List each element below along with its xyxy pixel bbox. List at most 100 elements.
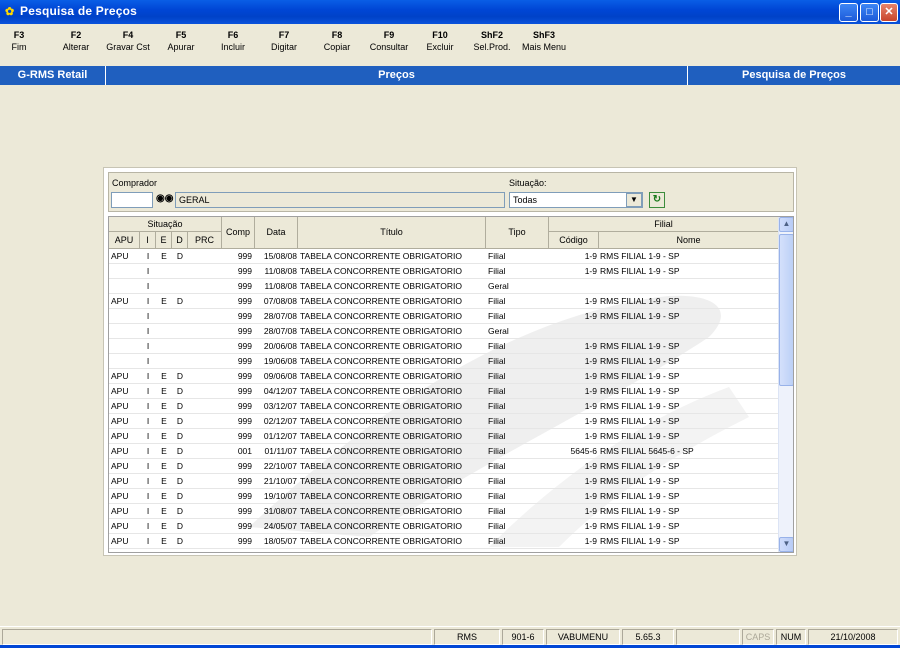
scrollbar-thumb[interactable]	[779, 234, 793, 386]
table-row[interactable]: APU I E D 999 15/08/08 TABELA CONCORRENTE OBRI…	[109, 249, 779, 264]
table-row[interactable]: APU I E D 999 24/05/07 TABELA CONCORRENTE OBRI…	[109, 519, 779, 534]
cell-i: I	[146, 446, 150, 456]
cell-titulo: TABELA CONCORRENTE OBRIGATORIO	[300, 296, 462, 306]
cell-nome: RMS FILIAL 5645-6 - SP	[600, 446, 694, 456]
cell-comp: 999	[237, 506, 252, 516]
table-row[interactable]: I 999 11/08/08 TABELA CONCORRENTE OBRIGATOR…	[109, 279, 779, 294]
binoculars-icon[interactable]: ◉◉	[156, 193, 173, 204]
cell-codigo: 1-9	[584, 521, 597, 531]
cell-i: I	[146, 431, 150, 441]
cell-titulo: TABELA CONCORRENTE OBRIGATORIO	[300, 416, 462, 426]
fkey-label: Excluir	[426, 42, 454, 52]
col-codigo-header[interactable]: Código	[549, 232, 599, 249]
col-tipo-header[interactable]: Tipo	[486, 217, 549, 249]
fkey-f10-button[interactable]: F10 Excluir	[421, 30, 459, 54]
cell-codigo: 1-9	[584, 476, 597, 486]
col-d-header[interactable]: D	[172, 232, 188, 249]
cell-e	[156, 309, 172, 324]
col-nome-header[interactable]: Nome	[599, 232, 779, 249]
col-apu-header[interactable]: APU	[109, 232, 140, 249]
fkey-key: ShF3	[532, 30, 555, 40]
comprador-name-field: GERAL	[175, 192, 505, 208]
fkey-f9-button[interactable]: F9 Consultar	[366, 30, 412, 54]
col-titulo-header[interactable]: Título	[298, 217, 486, 249]
cell-tipo: Filial	[488, 461, 506, 471]
close-button[interactable]: ✕	[880, 3, 898, 22]
cell-apu: APU	[111, 251, 129, 261]
cell-titulo: TABELA CONCORRENTE OBRIGATORIO	[300, 266, 462, 276]
cell-prc	[188, 444, 222, 459]
fkey-f2-button[interactable]: F2 Alterar	[56, 30, 96, 54]
col-data-header[interactable]: Data	[255, 217, 298, 249]
table-row[interactable]: APU I E D 999 18/05/07 TABELA CONCORRENTE OBRI…	[109, 534, 779, 549]
col-e-header[interactable]: E	[156, 232, 172, 249]
fkey-shf3-button[interactable]: ShF3 Mais Menu	[518, 30, 570, 54]
fkey-f5-button[interactable]: F5 Apurar	[161, 30, 201, 54]
minimize-button[interactable]: _	[839, 3, 858, 22]
table-row[interactable]: I 999 28/07/08 TABELA CONCORRENTE OBRIGATOR…	[109, 324, 779, 339]
fkey-f4-button[interactable]: F4 Gravar Cst	[102, 30, 154, 54]
table-row[interactable]: APU I E D 999 09/06/08 TABELA CONCORRENTE OBRI…	[109, 369, 779, 384]
cell-apu: APU	[111, 476, 129, 486]
cell-tipo: Filial	[488, 416, 506, 426]
maximize-button[interactable]: □	[860, 3, 879, 22]
cell-e: E	[161, 491, 167, 501]
cell-prc	[188, 354, 222, 369]
fkey-label: Digitar	[270, 42, 297, 52]
fkey-shf2-button[interactable]: ShF2 Sel.Prod.	[468, 30, 516, 54]
table-row[interactable]: APU I E D 999 04/12/07 TABELA CONCORRENTE OBRI…	[109, 384, 779, 399]
cell-e: E	[161, 521, 167, 531]
cell-comp: 999	[237, 266, 252, 276]
cell-tipo: Filial	[488, 506, 506, 516]
cell-apu: APU	[111, 431, 129, 441]
cell-apu	[111, 339, 139, 354]
cell-nome: RMS FILIAL 1-9 - SP	[600, 251, 680, 261]
table-row[interactable]: APU I E D 999 21/10/07 TABELA CONCORRENTE OBRI…	[109, 474, 779, 489]
scroll-up-icon[interactable]: ▲	[779, 217, 793, 232]
fkey-f7-button[interactable]: F7 Digitar	[264, 30, 304, 54]
cell-data: 11/08/08	[264, 266, 297, 276]
table-row[interactable]: APU I E D 001 01/11/07 TABELA CONCORRENTE OBRI…	[109, 444, 779, 459]
table-row[interactable]: APU I E D 999 01/12/07 TABELA CONCORRENTE OBRI…	[109, 429, 779, 444]
comprador-code-input[interactable]	[111, 192, 153, 208]
refresh-icon[interactable]: ↻	[649, 192, 665, 208]
table-row[interactable]: I 999 11/08/08 TABELA CONCORRENTE OBRIGATOR…	[109, 264, 779, 279]
table-row[interactable]: APU I E D 999 31/08/07 TABELA CONCORRENTE OBRI…	[109, 504, 779, 519]
col-i-header[interactable]: I	[140, 232, 156, 249]
fkey-f8-button[interactable]: F8 Copiar	[318, 30, 356, 54]
table-row[interactable]: APU I E D 999 02/12/07 TABELA CONCORRENTE OBRI…	[109, 414, 779, 429]
cell-prc	[188, 519, 222, 534]
cell-titulo: TABELA CONCORRENTE OBRIGATORIO	[300, 401, 462, 411]
cell-d: D	[176, 506, 184, 516]
fkey-f6-button[interactable]: F6 Incluir	[214, 30, 252, 54]
table-row[interactable]: APU I E D 999 22/10/07 TABELA CONCORRENTE OBRI…	[109, 459, 779, 474]
situacao-select[interactable]: Todas ▼	[509, 192, 643, 208]
table-row[interactable]: I 999 19/06/08 TABELA CONCORRENTE OBRIGATOR…	[109, 354, 779, 369]
cell-nome: RMS FILIAL 1-9 - SP	[600, 266, 680, 276]
cell-comp: 999	[237, 356, 252, 366]
cell-apu: APU	[111, 536, 129, 546]
scroll-down-icon[interactable]: ▼	[779, 537, 793, 552]
cell-apu: APU	[111, 491, 129, 501]
cell-tipo: Filial	[488, 536, 506, 546]
col-prc-header[interactable]: PRC	[188, 232, 222, 249]
table-row[interactable]: I 999 20/06/08 TABELA CONCORRENTE OBRIGATOR…	[109, 339, 779, 354]
col-comp-header[interactable]: Comp	[222, 217, 255, 249]
cell-titulo: TABELA CONCORRENTE OBRIGATORIO	[300, 251, 462, 261]
cell-d: D	[176, 296, 184, 306]
cell-i: I	[146, 506, 150, 516]
table-row[interactable]: APU I E D 999 19/10/07 TABELA CONCORRENTE OBRI…	[109, 489, 779, 504]
cell-i: I	[146, 491, 150, 501]
cell-apu: APU	[111, 386, 129, 396]
fkey-f3-button[interactable]: F3 Fim	[4, 30, 34, 54]
table-row[interactable]: APU I E D 999 07/08/08 TABELA CONCORRENTE OBRI…	[109, 294, 779, 309]
cell-tipo: Filial	[488, 446, 506, 456]
cell-data: 24/05/07	[263, 521, 297, 531]
table-row[interactable]: APU I E D 999 03/12/07 TABELA CONCORRENTE OBRI…	[109, 399, 779, 414]
cell-comp: 999	[237, 416, 252, 426]
table-row[interactable]: I 999 28/07/08 TABELA CONCORRENTE OBRIGATOR…	[109, 309, 779, 324]
cell-e: E	[161, 446, 167, 456]
chevron-down-icon[interactable]: ▼	[626, 193, 642, 207]
cell-e: E	[161, 476, 167, 486]
vertical-scrollbar[interactable]: ▲ ▼	[778, 217, 793, 552]
